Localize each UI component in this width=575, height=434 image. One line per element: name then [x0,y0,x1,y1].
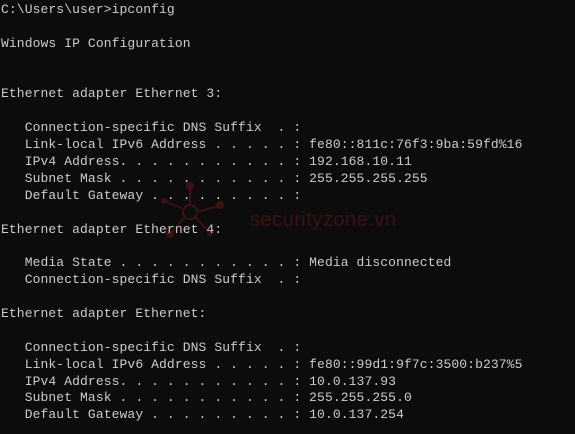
output-line: Connection-specific DNS Suffix . : [1,339,302,355]
output-line: Ethernet adapter Ethernet 4: [1,221,223,237]
output-line: Ethernet adapter Ethernet 3: [1,86,223,102]
terminal-output: C:\Users\user>ipconfig Windows IP Configu… [1,2,522,424]
output-line: Default Gateway . . . . . . . . . : [1,187,302,203]
output-line: Subnet Mask . . . . . . . . . . . : 255.… [1,170,428,186]
output-line: Connection-specific DNS Suffix . : [1,120,302,136]
output-line: Windows IP Configuration [1,35,191,51]
output-line: Default Gateway . . . . . . . . . : 10.0… [1,407,404,423]
command-prompt-line: C:\Users\user>ipconfig [1,2,175,17]
output-line: IPv4 Address. . . . . . . . . . . : 10.0… [1,373,397,389]
terminal-window[interactable]: C:\Users\user>ipconfig Windows IP Configu… [0,0,575,434]
output-line: Connection-specific DNS Suffix . : [1,272,302,288]
output-line: Subnet Mask . . . . . . . . . . . : 255.… [1,390,412,406]
output-line: IPv4 Address. . . . . . . . . . . : 192.… [1,154,412,170]
output-line: Link-local IPv6 Address . . . . . : fe80… [1,356,523,372]
output-line: Ethernet adapter Ethernet: [1,306,207,322]
output-line: Media State . . . . . . . . . . . : Medi… [1,255,452,271]
output-line: Link-local IPv6 Address . . . . . : fe80… [1,137,523,153]
